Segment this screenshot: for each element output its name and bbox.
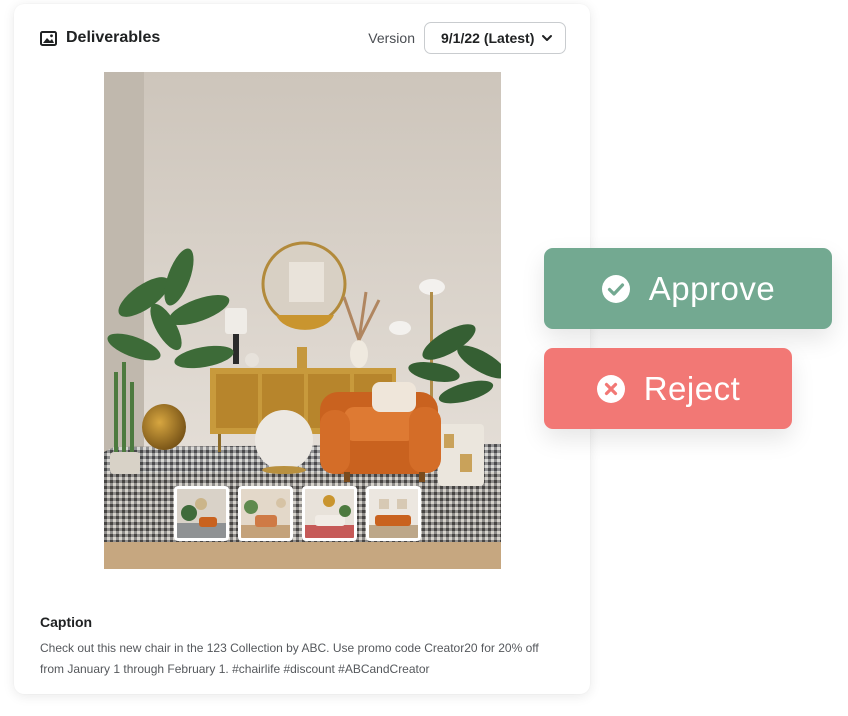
living-room-thumbnail-4 — [369, 489, 418, 538]
thumbnail-4[interactable] — [366, 486, 421, 541]
deliverable-image — [104, 72, 501, 569]
card-header: Deliverables — [40, 29, 160, 47]
image-icon — [40, 30, 57, 46]
living-room-thumbnail-1 — [177, 489, 226, 538]
thumbnail-3[interactable] — [302, 486, 357, 541]
version-select-value: 9/1/22 (Latest) — [441, 30, 535, 46]
deliverables-card: Deliverables Version 9/1/22 (Latest) Cap… — [14, 4, 590, 694]
version-label: Version — [368, 30, 415, 46]
caption-text: Check out this new chair in the 123 Coll… — [40, 641, 539, 676]
version-select[interactable]: 9/1/22 (Latest) — [424, 22, 566, 54]
chevron-down-icon — [542, 35, 552, 41]
reject-label: Reject — [643, 369, 741, 407]
living-room-thumbnail-3 — [305, 489, 354, 538]
living-room-thumbnail-2 — [241, 489, 290, 538]
card-title: Deliverables — [66, 29, 161, 46]
caption-title: Caption — [40, 614, 93, 630]
approve-label: Approve — [648, 269, 776, 307]
thumbnail-2[interactable] — [238, 486, 293, 541]
check-circle-icon — [601, 274, 630, 303]
thumbnail-1[interactable] — [174, 486, 229, 541]
x-circle-icon — [596, 374, 625, 403]
reject-button[interactable]: Reject — [544, 348, 792, 429]
thumbnail-strip — [174, 486, 421, 541]
approve-button[interactable]: Approve — [544, 248, 832, 329]
version-control: Version 9/1/22 (Latest) — [368, 22, 566, 54]
